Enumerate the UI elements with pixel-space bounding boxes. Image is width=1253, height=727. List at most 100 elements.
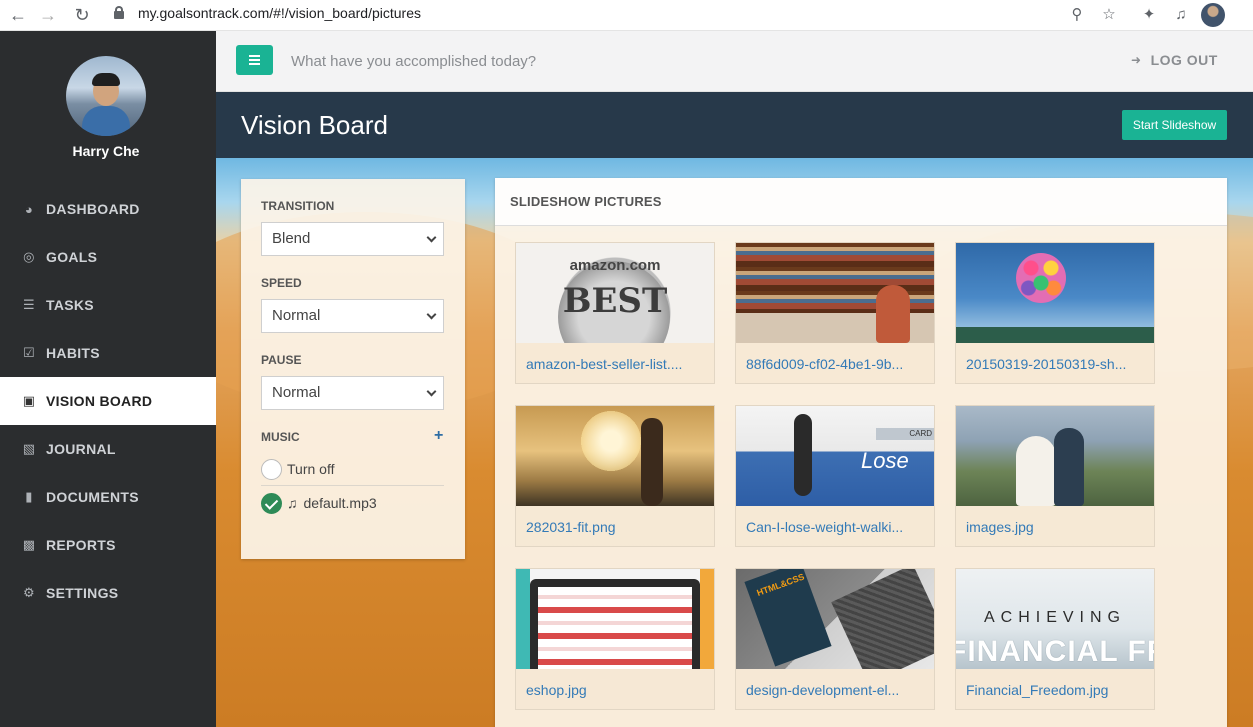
- sign-out-icon: ➜: [1131, 53, 1142, 67]
- menu-toggle-button[interactable]: [236, 45, 273, 75]
- logout-button[interactable]: ➜ LOG OUT: [1131, 52, 1218, 68]
- picture-thumbnail[interactable]: [516, 569, 714, 669]
- thumbnail-text: Lose: [861, 448, 909, 473]
- speed-select[interactable]: Normal: [261, 299, 444, 333]
- sidebar-item-goals[interactable]: ◎ GOALS: [0, 233, 216, 281]
- pause-select[interactable]: Normal: [261, 376, 444, 410]
- sidebar-item-label: REPORTS: [46, 537, 116, 553]
- sidebar-item-dashboard[interactable]: ◕ DASHBOARD: [0, 185, 216, 233]
- url-text: my.goalsontrack.com/#!/vision_board/pict…: [138, 5, 421, 21]
- picture-thumbnail[interactable]: [516, 406, 714, 506]
- sidebar-item-habits[interactable]: ☑ HABITS: [0, 329, 216, 377]
- picture-card[interactable]: 88f6d009-cf02-4be1-9b...: [735, 242, 935, 384]
- sidebar-item-label: DASHBOARD: [46, 201, 140, 217]
- start-slideshow-button[interactable]: Start Slideshow: [1122, 110, 1227, 140]
- picture-caption[interactable]: 20150319-20150319-sh...: [966, 356, 1126, 372]
- browser-profile-avatar[interactable]: [1201, 3, 1225, 27]
- music-option-default[interactable]: ♫ default.mp3: [261, 487, 444, 519]
- target-icon: ◎: [23, 249, 35, 264]
- picture-caption[interactable]: eshop.jpg: [526, 682, 587, 698]
- speed-label: SPEED: [261, 276, 302, 290]
- sidebar-item-label: JOURNAL: [46, 441, 116, 457]
- dashboard-icon: ◕: [24, 201, 34, 217]
- picture-caption[interactable]: Can-I-lose-weight-walki...: [746, 519, 903, 535]
- music-option-turn-off[interactable]: Turn off: [261, 453, 444, 485]
- sidebar-item-reports[interactable]: ▩ REPORTS: [0, 521, 216, 569]
- star-icon[interactable]: ☆: [1098, 4, 1120, 26]
- picture-card[interactable]: ACHIEVING FINANCIAL FREEDOM Financial_Fr…: [955, 568, 1155, 710]
- picture-icon: ▣: [22, 393, 36, 408]
- gear-icon: ⚙: [23, 585, 35, 600]
- picture-caption[interactable]: design-development-el...: [746, 682, 899, 698]
- picture-caption[interactable]: 282031-fit.png: [526, 519, 616, 535]
- add-music-icon[interactable]: +: [434, 427, 443, 445]
- main-content: Vision Board Start Slideshow TRANSITION …: [216, 92, 1253, 727]
- reload-icon[interactable]: ↻: [70, 3, 94, 27]
- picture-thumbnail[interactable]: [736, 243, 934, 343]
- music-label: MUSIC: [261, 430, 300, 444]
- key-icon[interactable]: ⚲: [1066, 4, 1088, 26]
- picture-thumbnail[interactable]: [956, 406, 1154, 506]
- sidebar-item-label: DOCUMENTS: [46, 489, 139, 505]
- picture-caption[interactable]: Financial_Freedom.jpg: [966, 682, 1108, 698]
- chevron-down-icon: [426, 309, 437, 320]
- panel-header: SLIDESHOW PICTURES: [495, 178, 1227, 226]
- thumbnail-text: BEST: [562, 281, 668, 321]
- picture-card[interactable]: eshop.jpg: [515, 568, 715, 710]
- sidebar-item-journal[interactable]: ▧ JOURNAL: [0, 425, 216, 473]
- lock-icon: [114, 6, 124, 19]
- picture-thumbnail[interactable]: CARD Lose: [736, 406, 934, 506]
- picture-thumbnail[interactable]: HTML&CSS: [736, 569, 934, 669]
- avatar[interactable]: [66, 56, 146, 136]
- pause-label: PAUSE: [261, 353, 302, 367]
- picture-thumbnail[interactable]: amazon.com BEST: [516, 243, 714, 343]
- sidebar-item-label: VISION BOARD: [46, 393, 153, 409]
- sidebar: Harry Che ◕ DASHBOARD ◎ GOALS ☰ TASKS ☑ …: [0, 31, 216, 727]
- picture-caption[interactable]: amazon-best-seller-list....: [526, 356, 682, 372]
- file-icon: ▮: [25, 489, 33, 504]
- transition-label: TRANSITION: [261, 199, 335, 213]
- thumbnail-text: amazon.com: [569, 257, 661, 274]
- check-circle-icon[interactable]: [261, 492, 282, 514]
- divider: [261, 485, 444, 486]
- extensions-icon[interactable]: ✦: [1138, 4, 1160, 26]
- transition-select[interactable]: Blend: [261, 222, 444, 256]
- thumbnail-text: HTML&CSS: [755, 571, 806, 599]
- picture-card[interactable]: 282031-fit.png: [515, 405, 715, 547]
- music-note-icon: ♫: [287, 495, 298, 511]
- logout-label: LOG OUT: [1150, 52, 1218, 68]
- slideshow-pictures-panel: SLIDESHOW PICTURES amazon.com BEST amazo…: [495, 178, 1227, 727]
- pause-value: Normal: [272, 384, 321, 401]
- picture-card[interactable]: images.jpg: [955, 405, 1155, 547]
- sidebar-item-tasks[interactable]: ☰ TASKS: [0, 281, 216, 329]
- chevron-down-icon: [426, 232, 437, 243]
- page-title: Vision Board: [241, 110, 388, 140]
- radio-button[interactable]: [261, 458, 282, 480]
- slideshow-settings-panel: TRANSITION Blend SPEED Normal PAUSE Norm…: [241, 179, 465, 559]
- picture-caption[interactable]: 88f6d009-cf02-4be1-9b...: [746, 356, 903, 372]
- sidebar-item-label: SETTINGS: [46, 585, 119, 601]
- picture-card[interactable]: HTML&CSS design-development-el...: [735, 568, 935, 710]
- picture-caption[interactable]: images.jpg: [966, 519, 1034, 535]
- sidebar-item-vision-board[interactable]: ▣ VISION BOARD: [0, 377, 216, 425]
- username: Harry Che: [72, 143, 140, 159]
- thumbnail-text: CARD: [876, 428, 934, 440]
- list-icon: ☰: [23, 297, 35, 312]
- picture-card[interactable]: CARD Lose Can-I-lose-weight-walki...: [735, 405, 935, 547]
- sidebar-item-label: GOALS: [46, 249, 98, 265]
- accomplishment-input[interactable]: What have you accomplished today?: [291, 53, 536, 70]
- picture-card[interactable]: amazon.com BEST amazon-best-seller-list.…: [515, 242, 715, 384]
- forward-arrow-icon[interactable]: →: [36, 3, 60, 27]
- address-bar[interactable]: my.goalsontrack.com/#!/vision_board/pict…: [104, 1, 1136, 27]
- transition-value: Blend: [272, 230, 311, 247]
- picture-thumbnail[interactable]: [956, 243, 1154, 343]
- sidebar-item-documents[interactable]: ▮ DOCUMENTS: [0, 473, 216, 521]
- bar-chart-icon: ▩: [22, 537, 36, 552]
- sidebar-item-label: TASKS: [46, 297, 94, 313]
- sidebar-item-settings[interactable]: ⚙ SETTINGS: [0, 569, 216, 617]
- back-arrow-icon[interactable]: ←: [6, 3, 30, 27]
- picture-card[interactable]: 20150319-20150319-sh...: [955, 242, 1155, 384]
- picture-thumbnail[interactable]: ACHIEVING FINANCIAL FREEDOM: [956, 569, 1154, 669]
- browser-toolbar: ← → ↻ my.goalsontrack.com/#!/vision_boar…: [0, 0, 1253, 31]
- media-control-icon[interactable]: ♫: [1170, 4, 1192, 26]
